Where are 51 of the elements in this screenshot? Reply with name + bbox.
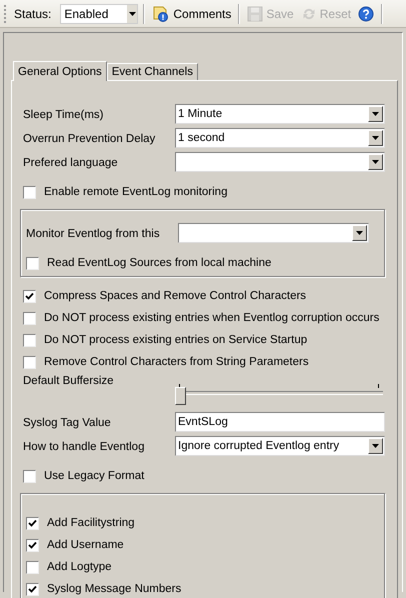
dropdown[interactable]: 1 second [175,128,385,148]
checkbox[interactable] [23,356,36,368]
note-icon [152,5,170,22]
field-label: Default Buffersize [23,375,115,387]
checkbox-label: Do NOT process existing entries on Service Startup [44,334,308,346]
field-label: How to handle Eventlog [23,441,146,453]
checkbox-label: Syslog Message Numbers [47,583,182,595]
dropdown[interactable]: Ignore corrupted Eventlog entry [175,436,385,456]
checkbox[interactable] [23,186,36,198]
dropdown[interactable] [175,152,385,172]
dropdown[interactable] [178,223,369,243]
checkbox-label: Add Logtype [47,561,112,573]
caret-icon [372,136,379,140]
checkbox-label: Remove Control Characters from String Parameters [44,356,309,368]
help-button[interactable] [356,4,376,22]
checkbox[interactable] [23,290,36,302]
tab[interactable]: General Options [13,61,107,81]
caret-icon [372,160,379,164]
caret-icon [372,112,379,116]
field-label: Overrun Prevention Delay [23,133,156,145]
checkbox[interactable] [26,582,39,596]
field-label: Syslog Tag Value [23,417,112,429]
checkbox-label: Enable remote EventLog monitoring [44,186,228,198]
field-label: Monitor Eventlog from this [26,228,161,240]
status-label: Status: [14,6,52,20]
checkbox[interactable] [23,334,36,346]
dropdown[interactable]: 1 Minute [175,104,385,124]
slider-thumb[interactable] [175,387,186,405]
checkbox[interactable] [26,516,39,530]
caret-icon [356,231,363,235]
checkbox-label: Add Facilitystring [47,517,135,529]
checkbox[interactable] [23,470,36,482]
checkbox-label: Compress Spaces and Remove Control Characters [44,290,306,302]
checkbox-label: Read EventLog Sources from local machine [47,257,272,269]
input-field[interactable]: EvntSLog [175,412,385,432]
field-label: Sleep Time(ms) [23,109,105,121]
checkbox[interactable] [26,256,39,270]
checkbox-label: Add Username [47,539,124,551]
tab[interactable]: Event Channels [106,63,198,80]
checkbox[interactable] [26,560,39,574]
help-icon [358,6,374,22]
caret-icon [128,12,136,16]
status-dropdown[interactable]: Enabled [60,4,138,24]
slider[interactable] [175,381,383,403]
comments-button[interactable]: Comments [150,4,234,23]
checkbox-label: Do NOT process existing entries when Eventlog corruption occurs [44,312,380,324]
checkbox-label: Use Legacy Format [44,470,144,482]
checkbox[interactable] [26,538,39,552]
caret-icon [372,444,379,448]
field-label: Prefered language [23,157,119,169]
checkbox[interactable] [23,312,36,324]
